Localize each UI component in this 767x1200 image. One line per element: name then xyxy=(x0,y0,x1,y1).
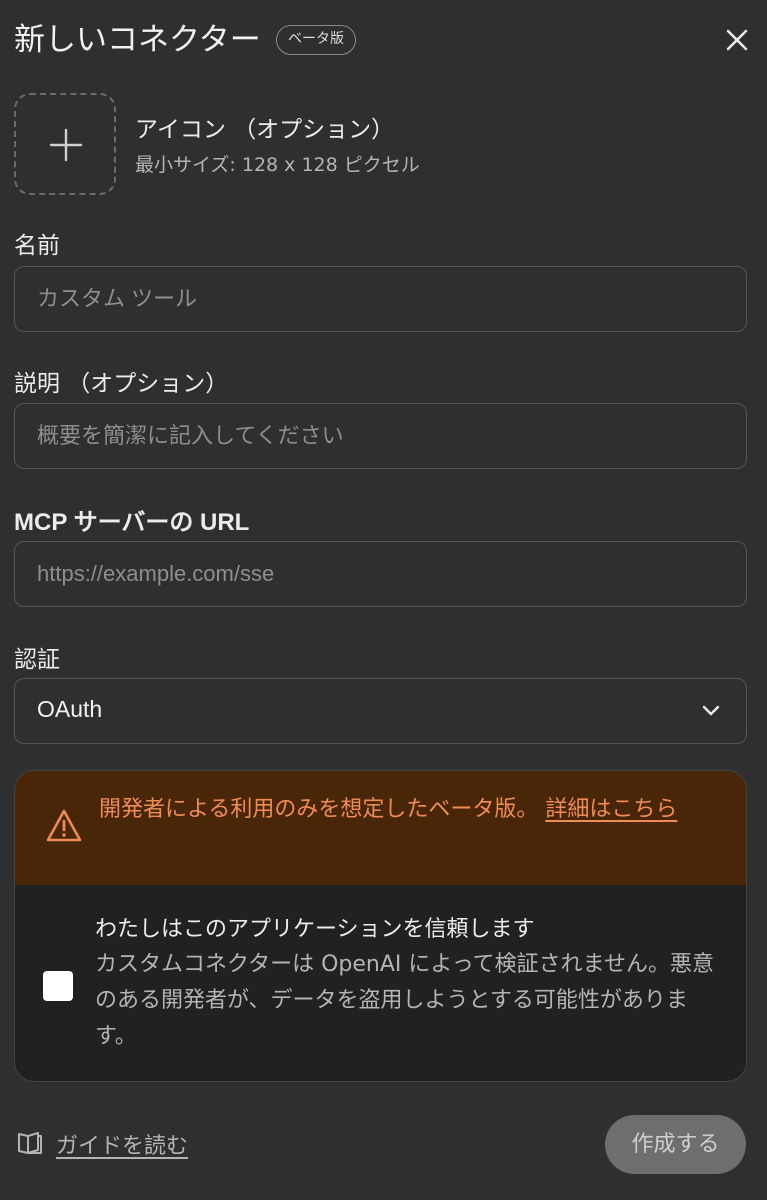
name-label: 名前 xyxy=(14,233,60,259)
close-icon xyxy=(726,29,748,51)
dialog-header: 新しいコネクター ベータ版 xyxy=(14,18,753,64)
trust-confirmation: わたしはこのアプリケーションを信頼します カスタムコネクターは OpenAI に… xyxy=(15,885,746,1081)
icon-label: アイコン （オプション） xyxy=(135,117,395,143)
description-label: 説明 （オプション） xyxy=(14,371,229,397)
url-label: MCP サーバーの URL xyxy=(14,509,250,536)
icon-size-hint: 最小サイズ: 128 x 128 ピクセル xyxy=(135,154,420,176)
chevron-down-icon xyxy=(702,705,720,716)
plus-icon xyxy=(49,128,83,162)
auth-label: 認証 xyxy=(14,647,60,673)
trust-title: わたしはこのアプリケーションを信頼します xyxy=(95,917,535,942)
trust-description: カスタムコネクターは OpenAI によって検証されません。悪意のある開発者が、… xyxy=(95,952,714,1049)
guide-link-label: ガイドを読む xyxy=(56,1134,189,1159)
warning-text: 開発者による利用のみを想定したベータ版。 詳細はこちら xyxy=(99,793,719,827)
learn-more-link[interactable]: 詳細はこちら xyxy=(545,797,677,822)
dialog-title: 新しいコネクター xyxy=(14,22,261,58)
icon-upload-button[interactable] xyxy=(14,93,116,195)
create-button[interactable]: 作成する xyxy=(605,1115,746,1174)
url-input[interactable] xyxy=(14,541,747,607)
warning-message: 開発者による利用のみを想定したベータ版。 xyxy=(99,797,539,822)
trust-checkbox[interactable] xyxy=(43,971,73,1001)
beta-badge: ベータ版 xyxy=(276,25,356,55)
close-button[interactable] xyxy=(721,24,753,56)
description-input[interactable] xyxy=(14,403,747,469)
warning-banner: 開発者による利用のみを想定したベータ版。 詳細はこちら xyxy=(15,771,746,885)
auth-selected-value: OAuth xyxy=(37,696,103,722)
warning-icon xyxy=(46,809,82,842)
warning-panel: 開発者による利用のみを想定したベータ版。 詳細はこちら わたしはこのアプリケーシ… xyxy=(14,770,747,1082)
name-input[interactable] xyxy=(14,266,747,332)
book-icon xyxy=(18,1132,42,1154)
auth-select[interactable]: OAuth xyxy=(14,678,747,744)
